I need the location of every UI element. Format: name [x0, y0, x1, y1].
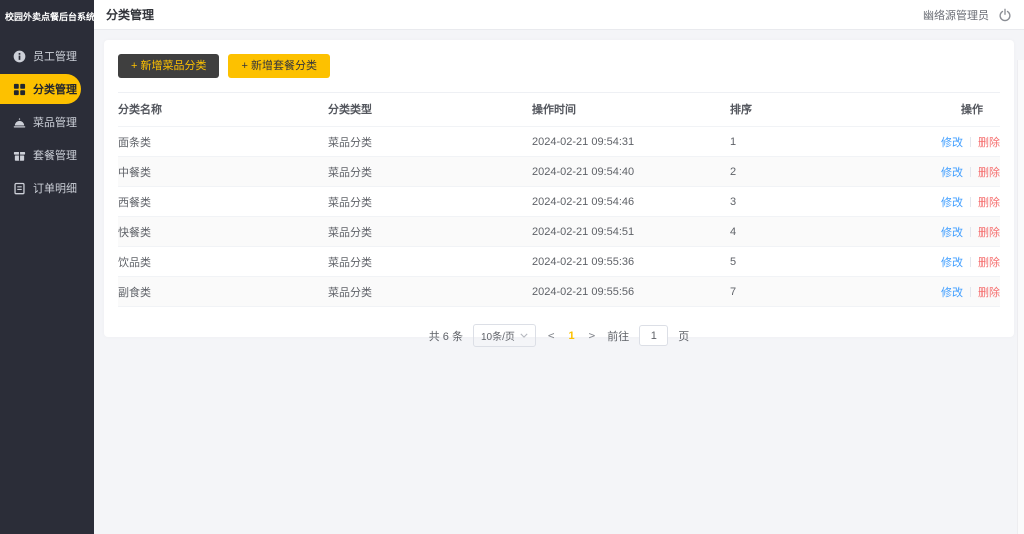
sidebar-item-employee[interactable]: 员工管理 [0, 41, 94, 71]
cell-time: 2024-02-21 09:54:46 [532, 187, 730, 217]
goto-page-input[interactable] [639, 325, 668, 346]
total-count-label: 共 6 条 [429, 328, 463, 344]
info-icon [13, 50, 26, 63]
dish-icon [13, 116, 26, 129]
toolbar: + 新增菜品分类 + 新增套餐分类 [118, 54, 1000, 92]
table-row: 西餐类 菜品分类 2024-02-21 09:54:46 3 修改 删除 [118, 187, 1000, 217]
page-unit-label: 页 [678, 328, 689, 344]
sidebar-item-label: 菜品管理 [33, 114, 77, 130]
delete-link[interactable]: 删除 [978, 257, 1000, 269]
delete-link[interactable]: 删除 [978, 197, 1000, 209]
col-header-type: 分类类型 [328, 93, 532, 127]
delete-link[interactable]: 删除 [978, 167, 1000, 179]
delete-link[interactable]: 删除 [978, 287, 1000, 299]
pagination: 共 6 条 10条/页 < 1 > 前往 页 [118, 324, 1000, 347]
topbar-user-area: 幽络源管理员 [923, 7, 1012, 23]
category-table: 分类名称 分类类型 操作时间 排序 操作 面条类 菜品分类 2024-02-21… [118, 92, 1000, 307]
cell-name: 饮品类 [118, 247, 328, 277]
content-area: + 新增菜品分类 + 新增套餐分类 分类名称 分类类型 操作时间 排序 操作 [94, 30, 1024, 534]
cell-name: 副食类 [118, 277, 328, 307]
cell-sort: 5 [730, 247, 880, 277]
cell-type: 菜品分类 [328, 157, 532, 187]
cell-type: 菜品分类 [328, 247, 532, 277]
cell-time: 2024-02-21 09:55:56 [532, 277, 730, 307]
sidebar-item-label: 订单明细 [33, 180, 77, 196]
page-size-value: 10条/页 [481, 328, 515, 343]
cell-name: 西餐类 [118, 187, 328, 217]
cell-sort: 1 [730, 127, 880, 157]
sidebar: 校园外卖点餐后台系统 员工管理 分类管理 菜品管理 [0, 0, 94, 534]
cell-sort: 3 [730, 187, 880, 217]
next-page-button[interactable]: > [587, 329, 598, 342]
main-area: 分类管理 幽络源管理员 + 新增菜品分类 + 新增套餐分类 分类名 [94, 0, 1024, 534]
app-window: 校园外卖点餐后台系统 员工管理 分类管理 菜品管理 [0, 0, 1024, 534]
table-row: 中餐类 菜品分类 2024-02-21 09:54:40 2 修改 删除 [118, 157, 1000, 187]
table-row: 饮品类 菜品分类 2024-02-21 09:55:36 5 修改 删除 [118, 247, 1000, 277]
browser-scrollbar[interactable] [1017, 60, 1024, 534]
sidebar-item-orders[interactable]: 订单明细 [0, 173, 94, 203]
topbar: 分类管理 幽络源管理员 [94, 0, 1024, 30]
action-separator [970, 227, 971, 237]
col-header-actions: 操作 [880, 93, 1000, 127]
current-page-button[interactable]: 1 [567, 330, 577, 342]
sidebar-item-label: 套餐管理 [33, 147, 77, 163]
cell-sort: 2 [730, 157, 880, 187]
cell-time: 2024-02-21 09:54:31 [532, 127, 730, 157]
gift-icon [13, 149, 26, 162]
edit-link[interactable]: 修改 [941, 287, 963, 299]
table-row: 快餐类 菜品分类 2024-02-21 09:54:51 4 修改 删除 [118, 217, 1000, 247]
cell-type: 菜品分类 [328, 277, 532, 307]
table-row: 面条类 菜品分类 2024-02-21 09:54:31 1 修改 删除 [118, 127, 1000, 157]
sidebar-item-label: 员工管理 [33, 48, 77, 64]
cell-time: 2024-02-21 09:55:36 [532, 247, 730, 277]
edit-link[interactable]: 修改 [941, 257, 963, 269]
sidebar-item-combo[interactable]: 套餐管理 [0, 140, 94, 170]
goto-label: 前往 [607, 328, 629, 344]
edit-link[interactable]: 修改 [941, 227, 963, 239]
cell-name: 快餐类 [118, 217, 328, 247]
prev-page-button[interactable]: < [546, 329, 557, 342]
current-user-label: 幽络源管理员 [923, 7, 989, 23]
cell-type: 菜品分类 [328, 217, 532, 247]
edit-link[interactable]: 修改 [941, 167, 963, 179]
chevron-down-icon [520, 333, 528, 338]
cell-type: 菜品分类 [328, 187, 532, 217]
order-icon [13, 182, 26, 195]
cell-sort: 7 [730, 277, 880, 307]
action-separator [970, 287, 971, 297]
add-combo-category-button[interactable]: + 新增套餐分类 [228, 54, 329, 78]
cell-time: 2024-02-21 09:54:51 [532, 217, 730, 247]
cell-time: 2024-02-21 09:54:40 [532, 157, 730, 187]
logout-power-icon[interactable] [998, 8, 1012, 22]
app-title: 校园外卖点餐后台系统 [0, 0, 94, 37]
delete-link[interactable]: 删除 [978, 227, 1000, 239]
page-size-select[interactable]: 10条/页 [473, 324, 536, 347]
category-card: + 新增菜品分类 + 新增套餐分类 分类名称 分类类型 操作时间 排序 操作 [104, 40, 1014, 337]
grid-icon [13, 83, 26, 96]
add-dish-category-button[interactable]: + 新增菜品分类 [118, 54, 219, 78]
sidebar-item-label: 分类管理 [33, 81, 77, 97]
cell-sort: 4 [730, 217, 880, 247]
action-separator [970, 167, 971, 177]
edit-link[interactable]: 修改 [941, 197, 963, 209]
col-header-sort: 排序 [730, 93, 880, 127]
cell-name: 面条类 [118, 127, 328, 157]
cell-type: 菜品分类 [328, 127, 532, 157]
col-header-time: 操作时间 [532, 93, 730, 127]
sidebar-item-dish[interactable]: 菜品管理 [0, 107, 94, 137]
delete-link[interactable]: 删除 [978, 137, 1000, 149]
col-header-name: 分类名称 [118, 93, 328, 127]
sidebar-menu: 员工管理 分类管理 菜品管理 套餐管理 [0, 41, 94, 203]
page-title: 分类管理 [106, 6, 154, 23]
cell-name: 中餐类 [118, 157, 328, 187]
table-row: 副食类 菜品分类 2024-02-21 09:55:56 7 修改 删除 [118, 277, 1000, 307]
sidebar-item-category[interactable]: 分类管理 [0, 74, 81, 104]
action-separator [970, 137, 971, 147]
action-separator [970, 257, 971, 267]
action-separator [970, 197, 971, 207]
table-header-row: 分类名称 分类类型 操作时间 排序 操作 [118, 93, 1000, 127]
edit-link[interactable]: 修改 [941, 137, 963, 149]
